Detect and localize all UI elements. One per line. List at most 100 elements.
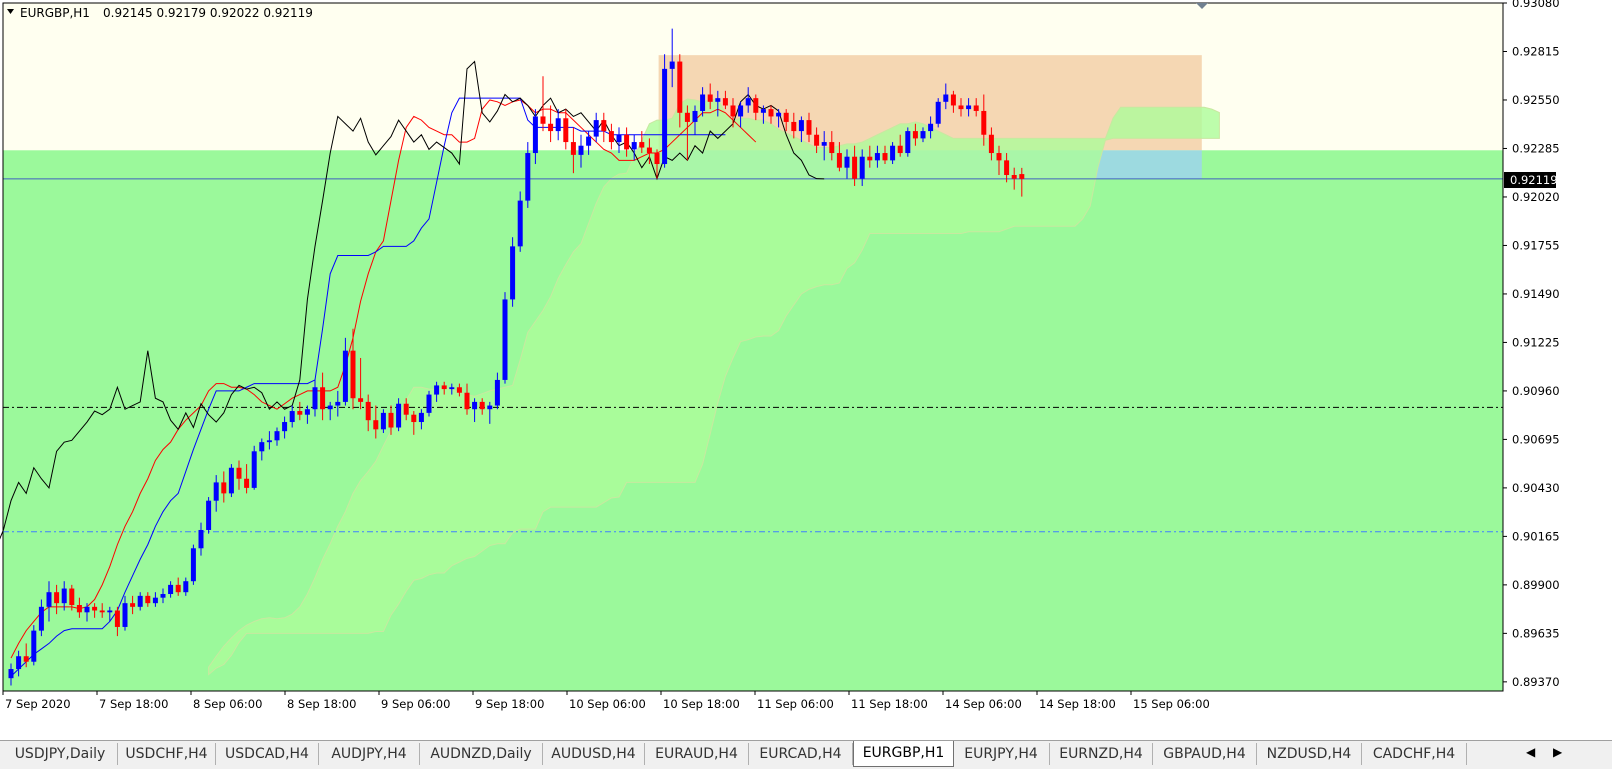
candle-body [38,606,44,631]
candle-body [692,110,698,122]
candle-body [525,153,531,201]
tab-euraud-h4[interactable]: EURAUD,H4 [645,743,749,765]
candle-body [228,467,234,494]
candle-body [418,412,424,423]
candle-body [510,246,516,300]
time-tick-label: 11 Sep 18:00 [851,697,928,711]
tab-usdjpy-daily[interactable]: USDJPY,Daily [3,743,118,765]
svg-text:0.92119: 0.92119 [1510,173,1558,187]
symbol-label: EURGBP,H1 [20,6,90,20]
candle-body [586,136,592,146]
candle-body [479,401,485,410]
candle-body [897,145,903,154]
candle-body [92,606,98,611]
candle-body [61,588,67,604]
candle-body [935,101,941,124]
time-tick-label: 15 Sep 06:00 [1133,697,1210,711]
tab-eurnzd-h4[interactable]: EURNZD,H4 [1050,743,1153,765]
price-chart[interactable]: 0.93080 0.92815 0.92550 0.92285 0.92020 0.917… [0,0,1612,740]
candle [502,292,508,384]
candle [206,497,212,534]
candle-body [624,134,630,150]
current-price-label: 0.92119 [1504,172,1558,188]
candle-body [973,105,979,111]
candle-body [373,420,379,430]
candle-body [662,68,668,165]
tab-eurjpy-h4[interactable]: EURJPY,H4 [953,743,1050,765]
candle-body [958,105,964,110]
candle-body [768,109,774,117]
chart-window[interactable]: 0.93080 0.92815 0.92550 0.92285 0.92020 0.917… [0,0,1612,740]
candle-body [335,401,341,406]
price-tick-label: 0.91490 [1512,287,1560,301]
candle-body [806,120,812,135]
candle-body [950,94,956,106]
candle [510,237,516,307]
candle-body [1011,175,1017,179]
candle-body [472,401,478,410]
candle-body [365,401,371,421]
price-axis[interactable]: 0.93080 0.92815 0.92550 0.92285 0.92020 0.917… [1503,0,1560,689]
candle-body [198,529,204,549]
time-tick-label: 8 Sep 06:00 [193,697,262,711]
candle-body [99,610,105,613]
candle-body [244,478,250,488]
candle-body [152,597,158,604]
tab-usdcad-h4[interactable]: USDCAD,H4 [216,743,319,765]
candle-body [289,411,295,423]
candle-body [890,145,896,161]
candle-body [23,656,29,662]
candle-body [852,156,858,179]
tab-eurgbp-h1[interactable]: EURGBP,H1 [853,741,954,767]
tab-scroll-left-icon[interactable]: ◀ [1526,745,1535,759]
candle-body [350,350,356,399]
candle [190,544,196,585]
candle-body [601,120,607,132]
candle-body [266,440,272,443]
candle-body [31,630,37,662]
candle-body [434,385,440,395]
candle-body [943,94,949,102]
candle-body [206,500,212,530]
candle-body [137,595,143,607]
time-tick-label: 10 Sep 18:00 [663,697,740,711]
candle [935,98,941,128]
candle [426,390,432,417]
candle-body [403,403,409,415]
candle-body [928,123,934,132]
candle-body [548,123,554,132]
chart-header: EURGBP,H1 0.92145 0.92179 0.92022 0.9211… [7,6,313,20]
candle-body [578,145,584,155]
tab-usdchf-h4[interactable]: USDCHF,H4 [118,743,216,765]
candle-body [190,548,196,582]
candle-body [1004,160,1010,175]
price-tick-label: 0.89370 [1512,675,1560,689]
candle-body [441,385,447,390]
candle-body [829,142,835,154]
candle-body [221,482,227,494]
time-tick-label: 11 Sep 06:00 [757,697,834,711]
candle-body [639,142,645,148]
tab-scroll-right-icon[interactable]: ▶ [1553,745,1562,759]
candle-body [669,61,675,69]
tab-cadchf-h4[interactable]: CADCHF,H4 [1362,743,1467,765]
tab-audusd-h4[interactable]: AUDUSD,H4 [543,743,645,765]
candle-body [342,350,348,402]
time-axis[interactable]: 7 Sep 2020 7 Sep 18:00 8 Sep 06:00 8 Sep 18… [2,691,1210,711]
candle-body [183,581,189,593]
candle-body [616,134,622,143]
candle-body [259,442,265,452]
candle-body [175,584,181,593]
tab-audnzd-daily[interactable]: AUDNZD,Daily [420,743,543,765]
tab-nzdusd-h4[interactable]: NZDUSD,H4 [1257,743,1362,765]
time-tick-label: 9 Sep 06:00 [381,697,450,711]
tab-gbpaud-h4[interactable]: GBPAUD,H4 [1153,743,1257,765]
tab-audjpy-h4[interactable]: AUDJPY,H4 [319,743,420,765]
candle-body [327,405,333,410]
candle-body [555,118,561,132]
tab-eurcad-h4[interactable]: EURCAD,H4 [749,743,853,765]
candle-body [776,112,782,117]
candle-body [730,105,736,117]
candle-body [494,379,500,406]
candle-body [745,98,751,106]
